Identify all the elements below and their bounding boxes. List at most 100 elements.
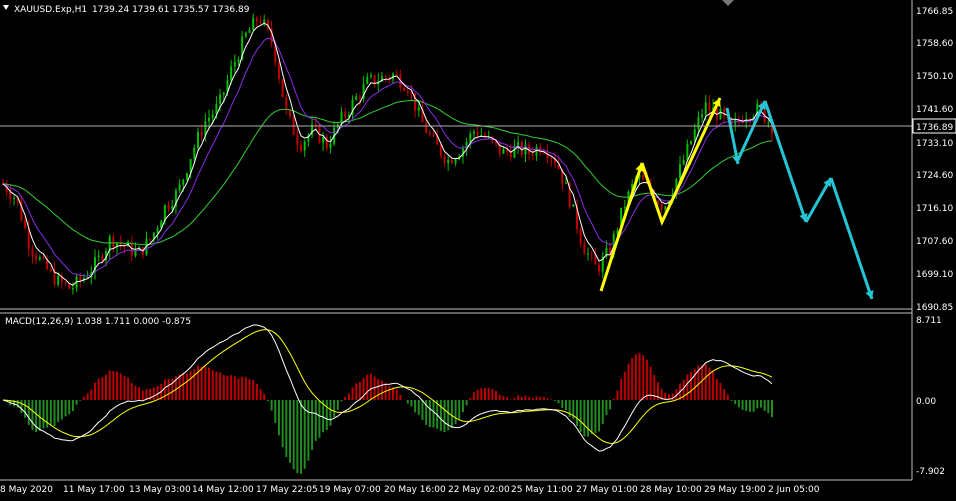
macd-main-line [2,324,773,452]
moving-averages-layer [2,22,773,286]
candle-body [101,255,104,261]
time-tick-label: 2 Jun 05:00 [768,485,820,495]
candle-body [679,164,682,179]
macd-level-label: 0.00 [916,397,936,407]
price-tick-label: 1766.85 [916,7,953,17]
candle-body [697,117,700,130]
candle-body [281,79,284,98]
candle-body [13,197,16,199]
candle-body [303,141,306,151]
candle-body [252,17,255,30]
candle-body [513,145,516,158]
price-tick-label: 1707.60 [916,237,953,247]
price-axis: 1766.85 1758.60 1750.10 1741.60 1733.10 … [916,7,953,477]
candle-body [410,92,413,94]
candle-body [237,59,240,63]
candle-body [355,96,358,100]
time-tick-label: 13 May 03:00 [129,485,191,495]
candle-body [587,253,590,255]
price-tick-label: 1733.10 [916,139,953,149]
candle-body [233,62,236,67]
macd-level-label: 8.711 [916,316,942,326]
time-tick-label: 8 May 2020 [0,485,53,495]
macd-level-label: -7.902 [916,467,945,477]
candle-body [535,146,538,156]
candle-body [49,268,52,270]
candle-body [664,206,667,210]
candle-body [71,288,74,290]
candle-body [208,117,211,122]
candle-body [285,97,288,110]
candle-body [38,257,41,260]
time-tick-label: 19 May 07:00 [319,485,381,495]
candle-body [68,283,71,289]
candle-body [450,159,453,164]
candle-body [263,19,266,23]
candle-body [255,17,258,22]
candle-body [524,145,527,155]
candle-body [425,122,428,133]
candle-body [248,29,251,33]
candle-body [57,275,60,285]
candle-body [384,76,387,78]
candle-body [79,276,82,281]
candle-body [432,134,435,136]
macd-signal-line [2,329,773,444]
candle-body [428,132,431,135]
candle-body [185,173,188,180]
cyan-arrow-down-1 [725,107,740,165]
candle-body [230,66,233,81]
candle-body [403,87,406,91]
chart-shift-marker[interactable] [722,0,734,6]
candle-body [623,207,626,209]
time-axis: 8 May 2020 11 May 17:00 13 May 03:00 14 … [0,485,820,495]
candle-body [417,107,420,111]
candle-body [590,253,593,255]
price-tick-label: 1741.60 [916,105,953,115]
candle-body [244,32,247,37]
chart-canvas[interactable]: 1736.89 XAUUSD.Exp,H1 1739.24 1739.61 17… [0,0,956,497]
yellow-arrow-up-1 [599,162,644,292]
candle-body [300,144,303,151]
time-tick-label: 27 May 01:00 [576,485,638,495]
candle-body [719,108,722,120]
candle-body [219,94,222,105]
candle-body [704,102,707,115]
candle-body [502,148,505,154]
candle-body [259,21,262,23]
candle-body [277,62,280,80]
current-price-label: 1736.89 [916,123,953,133]
time-tick-label: 29 May 19:00 [704,485,766,495]
chart-window: 1736.89 XAUUSD.Exp,H1 1739.24 1739.61 17… [0,0,956,497]
ma-fast-line [2,22,773,286]
candle-body [9,191,12,199]
candle-body [642,174,645,181]
cyan-arrow-down-3 [829,177,874,300]
candle-body [178,184,181,191]
candle-body [296,134,299,145]
candle-body [64,282,67,284]
cyan-arrow-up-1 [736,100,767,161]
candle-body [149,238,152,240]
time-tick-label: 20 May 16:00 [384,485,446,495]
price-tick-label: 1690.85 [916,303,953,313]
candle-body [454,159,457,164]
candle-body [112,236,115,248]
price-tick-label: 1758.60 [916,39,953,49]
candle-body [472,131,475,134]
price-tick-label: 1724.60 [916,171,953,181]
candle-body [344,112,347,117]
candle-body [167,205,170,209]
time-tick-label: 14 May 12:00 [192,485,254,495]
candle-body [200,132,203,136]
candle-body [531,153,534,156]
candle-body [42,257,45,259]
macd-layer [2,324,773,474]
candle-body [693,129,696,142]
candle-body [97,255,100,258]
candle-body [197,132,200,148]
candle-body [723,108,726,117]
candle-body [690,141,693,145]
candle-body [682,159,685,165]
chart-menu-icon[interactable] [3,5,9,10]
